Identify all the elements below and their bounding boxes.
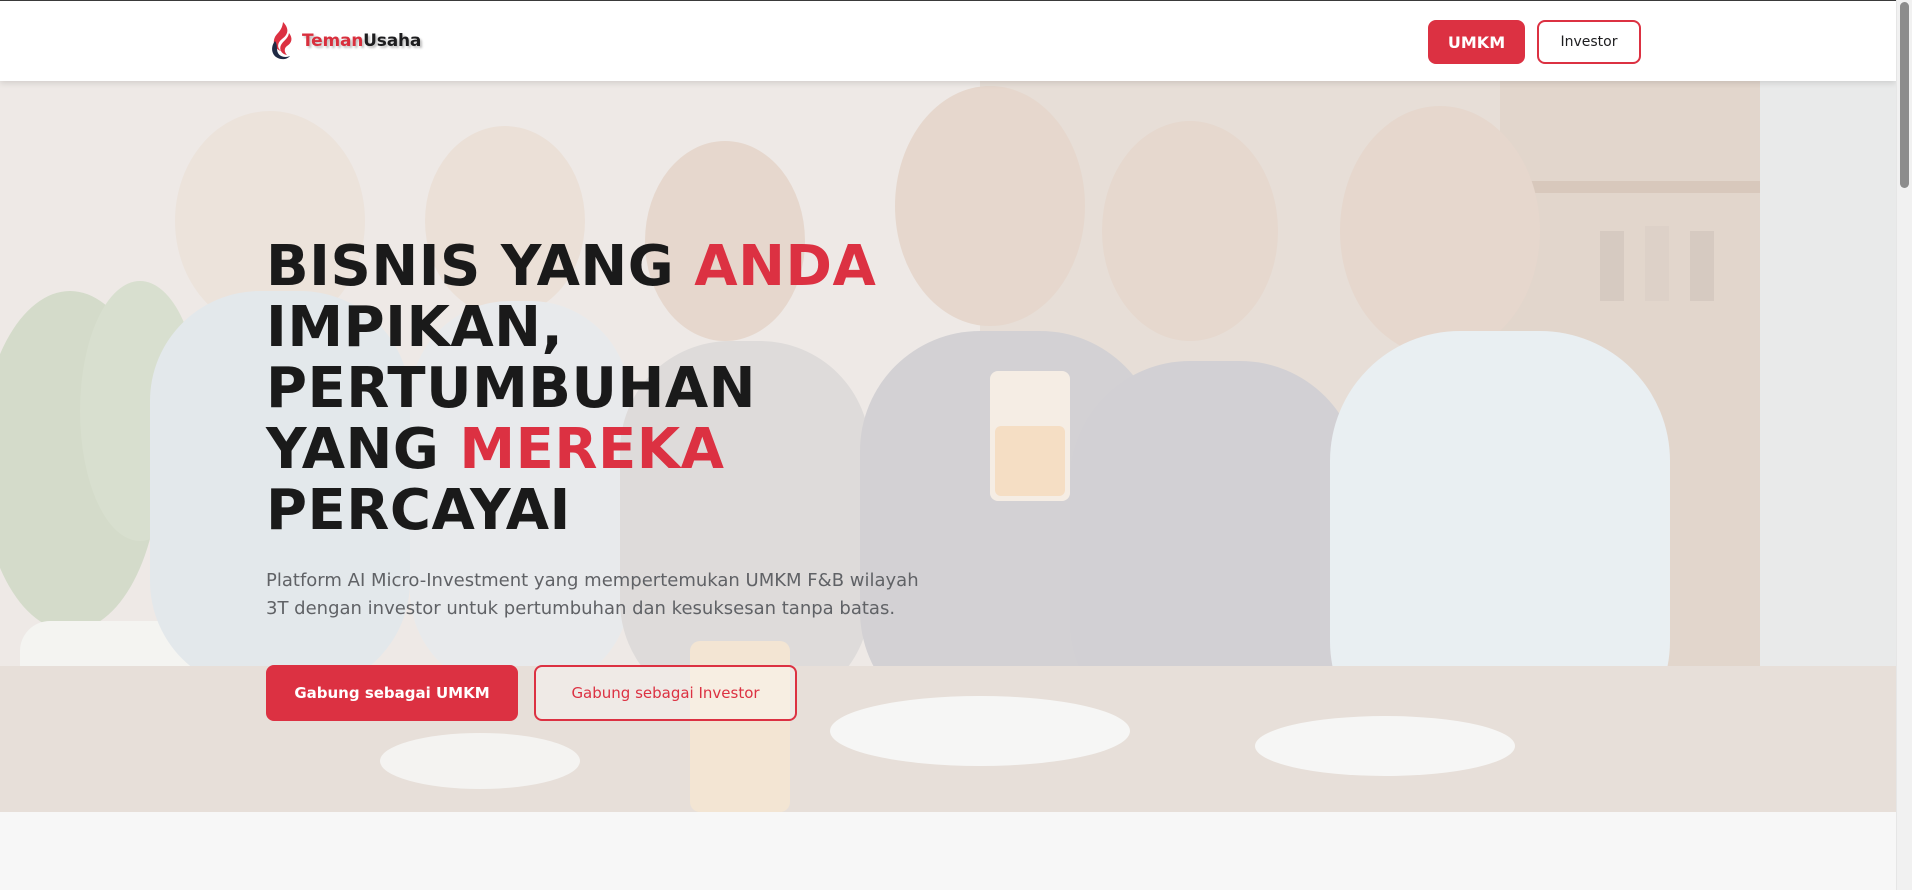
umkm-nav-button[interactable]: UMKM xyxy=(1428,20,1525,64)
join-umkm-button[interactable]: Gabung sebagai UMKM xyxy=(266,665,518,721)
join-investor-button[interactable]: Gabung sebagai Investor xyxy=(534,665,797,721)
hero-title: BISNIS YANG ANDA IMPIKAN, PERTUMBUHAN YA… xyxy=(266,236,986,541)
window-top-edge xyxy=(0,0,1896,1)
hero-subtitle: Platform AI Micro-Investment yang memper… xyxy=(266,570,919,619)
hero-title-accent-anda: ANDA xyxy=(694,234,877,299)
hero-content: BISNIS YANG ANDA IMPIKAN, PERTUMBUHAN YA… xyxy=(266,236,986,721)
nav-actions: UMKM Investor xyxy=(1428,20,1641,64)
brand-name-part2: Usaha xyxy=(363,31,422,51)
hero-title-accent-mereka: MEREKA xyxy=(459,417,725,482)
scrollbar-thumb[interactable] xyxy=(1900,2,1909,188)
investor-nav-button[interactable]: Investor xyxy=(1537,20,1641,64)
page-viewport: TemanUsaha UMKM Investor BISNIS YANG AND… xyxy=(0,0,1896,890)
brand-name: TemanUsaha xyxy=(302,31,421,51)
hero-title-word-2: IMPIKAN, xyxy=(266,295,564,360)
navbar: TemanUsaha UMKM Investor xyxy=(0,1,1896,81)
temanusaha-flame-logo-icon xyxy=(272,22,292,60)
hero-title-word-1: BISNIS YANG xyxy=(266,234,695,299)
hero-title-word-5: PERCAYAI xyxy=(266,478,571,543)
hero-title-word-3: PERTUMBUHAN xyxy=(266,356,757,421)
brand-logo-link[interactable]: TemanUsaha xyxy=(266,21,421,61)
hero-section: BISNIS YANG ANDA IMPIKAN, PERTUMBUHAN YA… xyxy=(0,81,1896,812)
page-scrollbar[interactable] xyxy=(1896,0,1912,890)
brand-name-part1: Teman xyxy=(302,31,364,51)
hero-title-word-4: YANG xyxy=(266,417,460,482)
hero-cta-group: Gabung sebagai UMKM Gabung sebagai Inves… xyxy=(266,665,986,721)
